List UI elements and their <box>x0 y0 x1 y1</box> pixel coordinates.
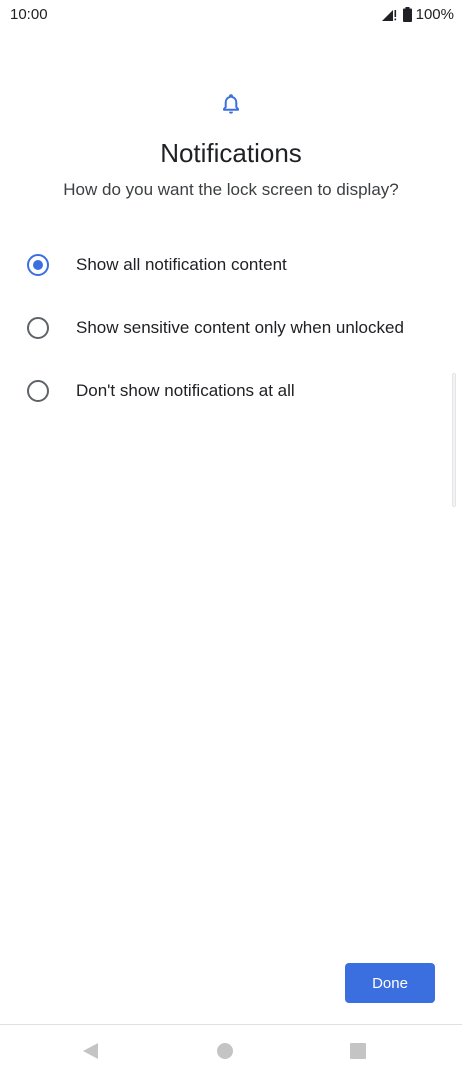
done-button[interactable]: Done <box>345 963 435 1003</box>
battery-percentage: 100% <box>415 6 454 23</box>
page-subtitle: How do you want the lock screen to displ… <box>63 180 399 199</box>
radio-unchecked-icon[interactable] <box>27 316 49 339</box>
status-icons: 100% <box>381 6 454 23</box>
status-bar: 10:00 100% <box>0 0 462 30</box>
navigation-bar <box>0 1025 462 1078</box>
option-label: Don't show notifications at all <box>76 380 295 400</box>
radio-dot <box>33 259 43 270</box>
lock-screen-notifications-screen: 10:00 100% Notifications How do you want… <box>0 0 462 1078</box>
status-time: 10:00 <box>10 6 48 23</box>
bell-icon <box>219 92 243 116</box>
option-dont-show[interactable]: Don't show notifications at all <box>0 359 462 422</box>
lock-screen-options: Show all notification content Show sensi… <box>0 233 462 422</box>
radio-unchecked-icon[interactable] <box>27 379 49 402</box>
option-label: Show sensitive content only when unlocke… <box>76 317 404 337</box>
option-sensitive-only-unlocked[interactable]: Show sensitive content only when unlocke… <box>0 296 462 359</box>
battery-icon <box>402 7 412 22</box>
radio-checked-icon[interactable] <box>27 253 49 276</box>
back-icon[interactable] <box>79 1040 101 1062</box>
page-title: Notifications <box>160 138 302 168</box>
option-show-all[interactable]: Show all notification content <box>0 233 462 296</box>
option-label: Show all notification content <box>76 254 287 274</box>
recents-icon[interactable] <box>347 1040 369 1062</box>
signal-icon <box>381 8 399 22</box>
scrollbar[interactable] <box>452 373 456 507</box>
home-icon[interactable] <box>214 1040 236 1062</box>
